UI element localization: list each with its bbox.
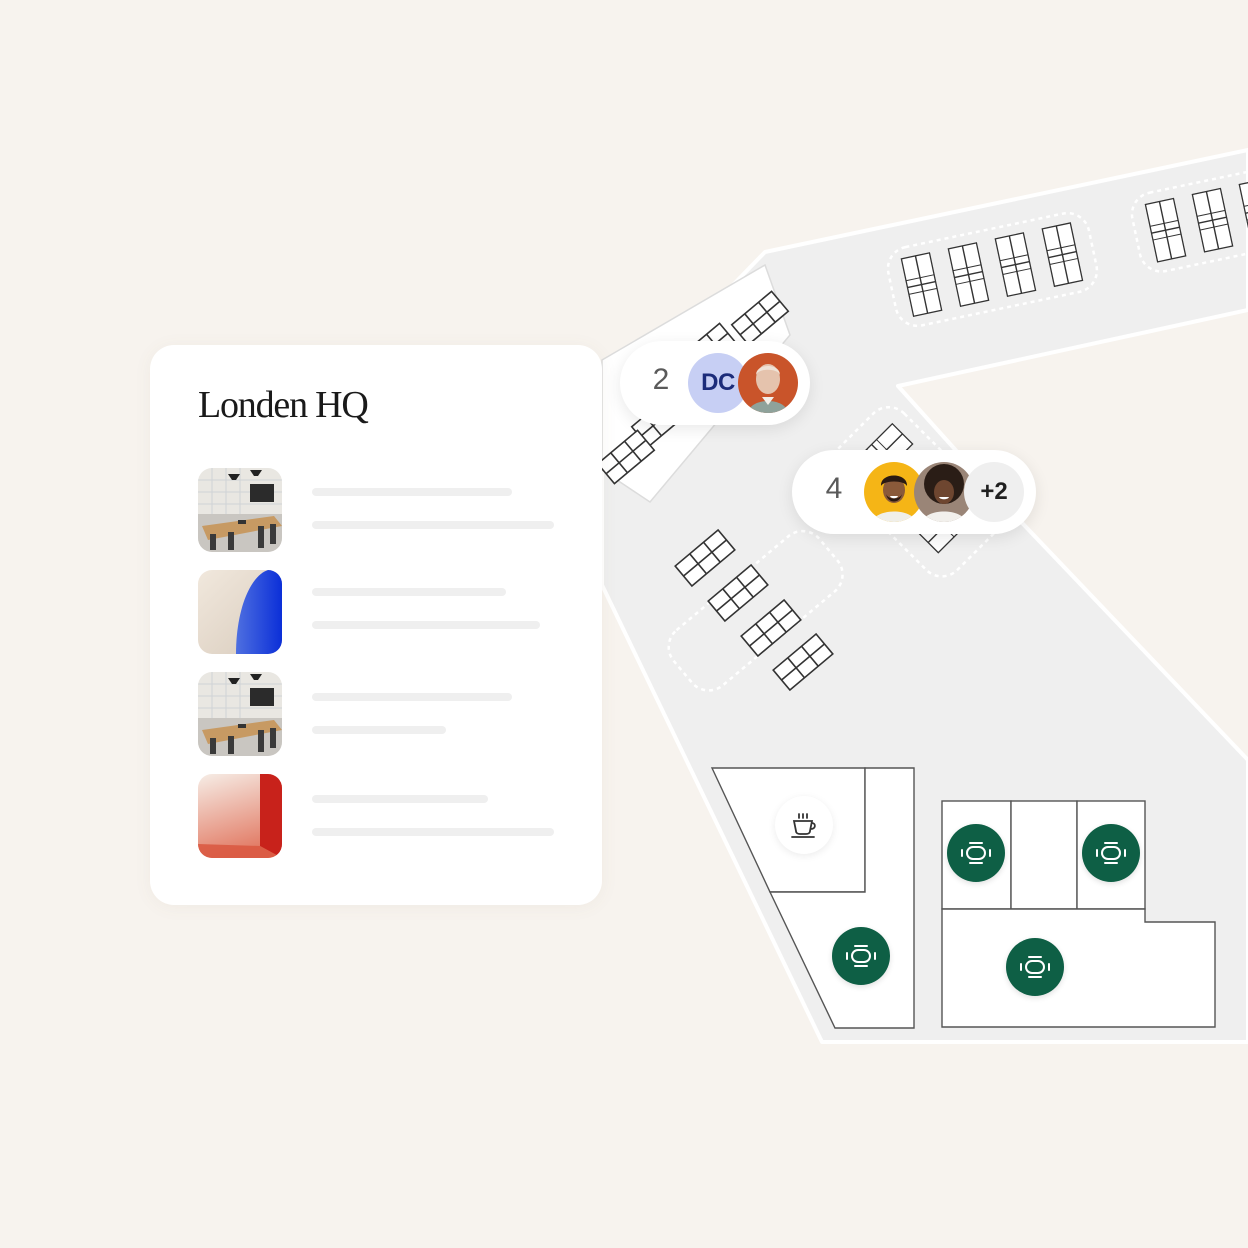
skeleton-line	[312, 488, 512, 496]
room-b	[1010, 800, 1078, 910]
occupancy-count: 4	[825, 472, 843, 505]
meeting-table-icon[interactable]	[832, 927, 890, 985]
room-large	[941, 908, 1216, 1028]
room-list-item[interactable]	[198, 570, 558, 656]
red-abstract-art	[198, 774, 282, 858]
skeleton-line	[312, 795, 488, 803]
avatar	[738, 353, 798, 413]
coffee-cup-icon[interactable]	[775, 796, 833, 854]
blue-abstract-art	[198, 570, 282, 654]
room-list-item[interactable]	[198, 468, 558, 554]
meeting-table-icon[interactable]	[947, 824, 1005, 882]
skeleton-line	[312, 828, 554, 836]
skeleton-line	[312, 588, 506, 596]
meeting-room-photo	[198, 468, 282, 552]
skeleton-line	[312, 693, 512, 701]
room-list-item[interactable]	[198, 672, 558, 758]
skeleton-line	[312, 726, 446, 734]
occupancy-pill[interactable]: 4 +2	[792, 450, 1036, 534]
occupancy-pill[interactable]: 2 DC	[620, 341, 810, 425]
meeting-table-icon[interactable]	[1082, 824, 1140, 882]
meeting-room-photo	[198, 672, 282, 756]
office-card: Londen HQ	[150, 345, 602, 905]
occupancy-count: 2	[652, 363, 670, 396]
meeting-table-icon[interactable]	[1006, 938, 1064, 996]
skeleton-line	[312, 621, 540, 629]
avatar-overflow-count: +2	[964, 462, 1024, 522]
room-list-item[interactable]	[198, 774, 558, 860]
skeleton-line	[312, 521, 554, 529]
office-title: Londen HQ	[198, 384, 369, 426]
